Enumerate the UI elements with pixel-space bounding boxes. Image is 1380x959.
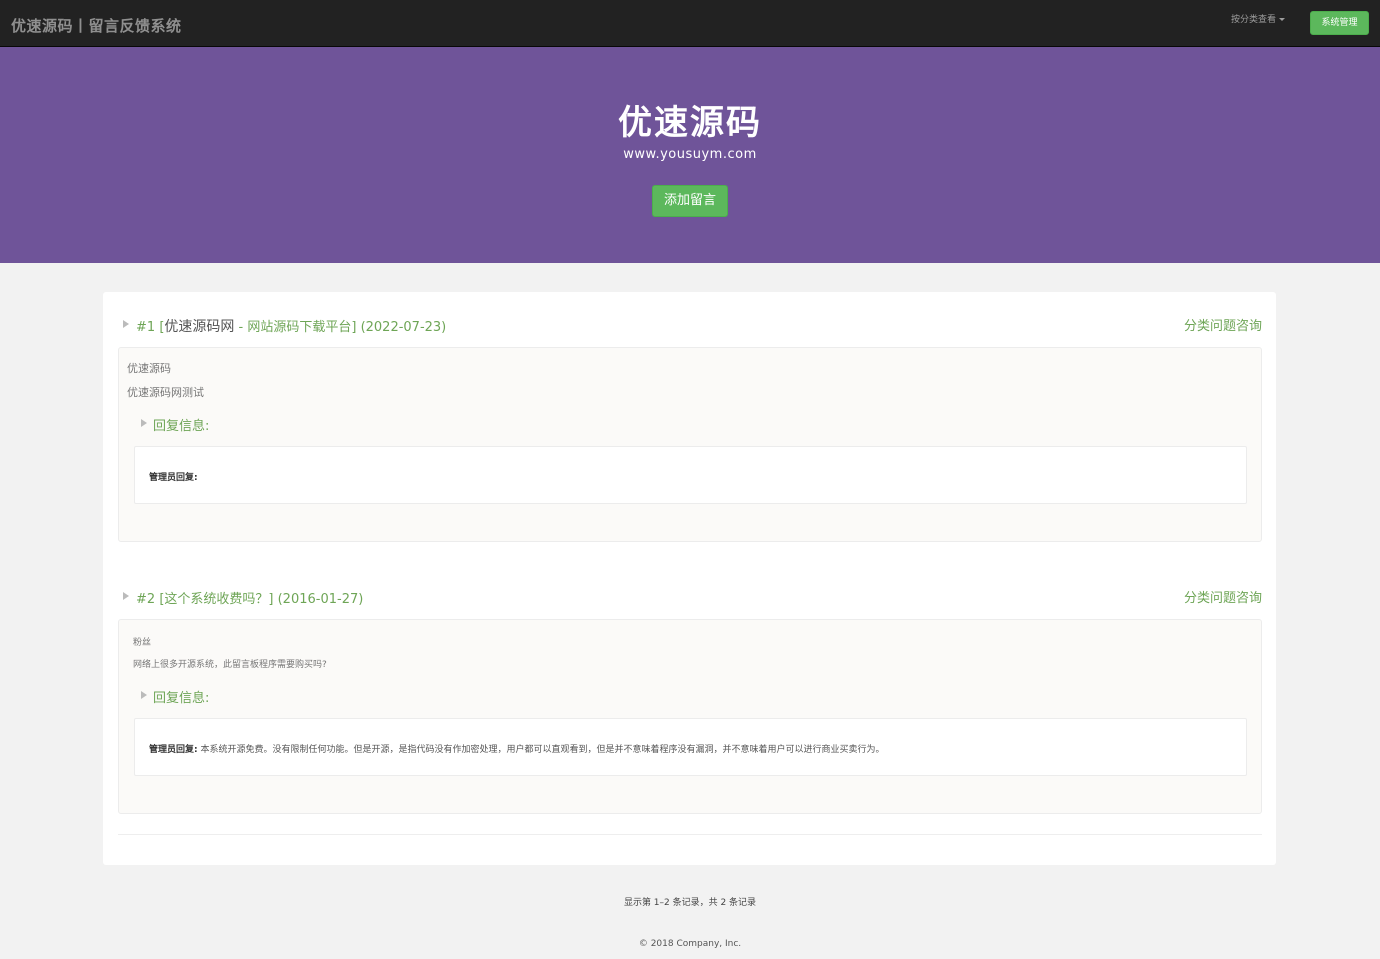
message-date: (2022-07-23) — [360, 320, 447, 335]
reply-label: 回复信息: — [153, 691, 210, 706]
reply-label: 回复信息: — [153, 419, 210, 434]
admin-reply: 管理员回复: — [149, 470, 198, 483]
admin-reply-label: 管理员回复: — [149, 473, 198, 483]
admin-button[interactable]: 系统管理 — [1310, 11, 1369, 35]
message-header: #1 [优速源码网 - 网站源码下载平台] (2022-07-23) 分类问题咨… — [123, 314, 1262, 336]
message-header: #2 [这个系统收费吗？] (2016-01-27) 分类问题咨询 — [123, 586, 1262, 608]
category-link[interactable]: 分类问题咨询 — [1184, 315, 1262, 334]
message-body: 优速源码 优速源码网测试 回复信息: 管理员回复: — [118, 347, 1262, 542]
list-divider — [118, 834, 1262, 835]
add-message-button[interactable]: 添加留言 — [652, 185, 728, 217]
message-title-text: 这个系统收费吗？] — [164, 592, 274, 607]
admin-reply: 管理员回复: 本系统开源免费。没有限制任何功能。但是开源，是指代码没有作加密处理… — [149, 742, 885, 755]
message-title-site: 优速源码网 — [164, 319, 235, 335]
triangle-right-icon — [123, 320, 129, 328]
message-body: 粉丝 网络上很多开源系统，此留言板程序需要购买吗? 回复信息: 管理员回复: 本… — [118, 619, 1262, 814]
site-title: 优速源码 — [618, 103, 762, 143]
message-title: #2 [这个系统收费吗？] (2016-01-27) — [136, 588, 363, 607]
reply-box: 管理员回复: 本系统开源免费。没有限制任何功能。但是开源，是指代码没有作加密处理… — [134, 718, 1247, 776]
message-date: (2016-01-27) — [277, 592, 364, 607]
site-url: www.yousuym.com — [623, 147, 757, 162]
admin-reply-label: 管理员回复: — [149, 745, 198, 755]
message-author: 粉丝 — [133, 638, 152, 648]
top-navbar: 优速源码丨留言反馈系统 按分类查看 系统管理 — [0, 0, 1380, 47]
category-dropdown-label: 按分类查看 — [1231, 15, 1277, 25]
triangle-right-icon — [123, 592, 129, 600]
footer-copyright: © 2018 Company, Inc. — [638, 939, 742, 949]
admin-reply-text: 本系统开源免费。没有限制任何功能。但是开源，是指代码没有作加密处理，用户都可以直… — [200, 745, 885, 755]
triangle-right-icon — [141, 691, 147, 699]
pagination-summary: 显示第 1–2 条记录，共 2 条记录 — [623, 898, 757, 908]
brand-title[interactable]: 优速源码丨留言反馈系统 — [11, 15, 182, 36]
category-link[interactable]: 分类问题咨询 — [1184, 587, 1262, 606]
category-dropdown[interactable]: 按分类查看 — [1231, 12, 1286, 25]
message-title-text: - 网站源码下载平台] — [234, 320, 357, 335]
message-content: 优速源码网测试 — [127, 386, 204, 399]
hero-banner: 优速源码 www.yousuym.com 添加留言 — [0, 47, 1380, 263]
message-list: #1 [优速源码网 - 网站源码下载平台] (2022-07-23) 分类问题咨… — [103, 292, 1276, 865]
reply-box: 管理员回复: — [134, 446, 1247, 504]
caret-down-icon — [1279, 18, 1286, 21]
triangle-right-icon — [141, 419, 147, 427]
message-title: #1 [优速源码网 - 网站源码下载平台] (2022-07-23) — [136, 316, 446, 336]
message-content: 网络上很多开源系统，此留言板程序需要购买吗? — [133, 660, 327, 670]
message-number: #2 — [136, 592, 156, 607]
message-author: 优速源码 — [127, 362, 171, 375]
message-number: #1 — [136, 320, 156, 335]
